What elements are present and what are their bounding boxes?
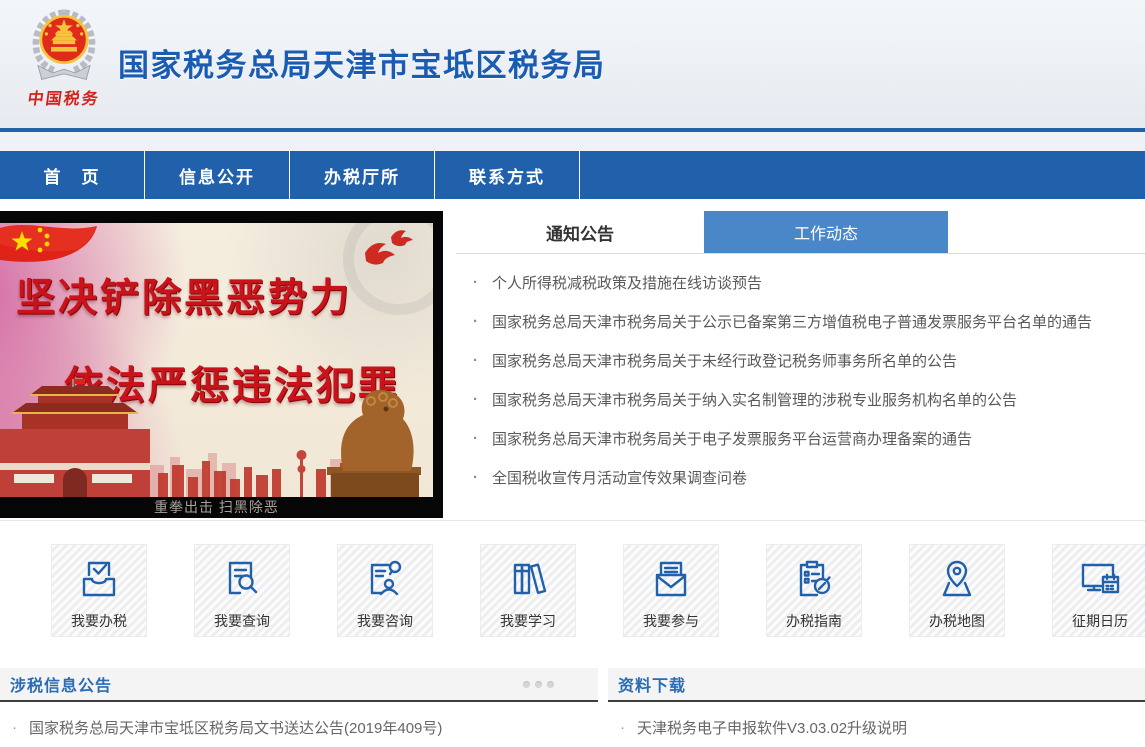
download-link[interactable]: 天津税务电子申报软件V3.03.02升级说明 (608, 717, 1145, 738)
quick-link-label: 我要咨询 (357, 613, 413, 629)
notice-list: 个人所得税减税政策及措施在线访谈预告 国家税务总局天津市税务局关于公示已备案第三… (456, 254, 1145, 497)
quick-link-label: 办税地图 (929, 613, 985, 629)
quick-link-map[interactable]: 办税地图 (909, 544, 1005, 637)
site-logo[interactable]: 中国税务 (14, 5, 114, 109)
logo-caption: 中国税务 (26, 91, 101, 108)
map-icon (942, 560, 972, 597)
notice-tabs: 通知公告 工作动态 (456, 211, 1145, 254)
section-title: 资料下载 (618, 678, 687, 695)
quick-link-label: 我要办税 (71, 613, 127, 629)
query-icon (228, 561, 258, 595)
nav-item-home[interactable]: 首 页 (0, 151, 145, 199)
downloads-section: 资料下载 天津税务电子申报软件V3.03.02升级说明 (608, 668, 1145, 738)
tax-filing-icon (82, 561, 116, 597)
main-nav: 首 页 信息公开 办税厅所 联系方式 (0, 151, 1145, 199)
banner-slogan-line1: 坚决铲除黑恶势力 (16, 277, 353, 320)
banner-caption: 重拳出击 扫黑除恶 (0, 497, 433, 518)
nav-item-tax-halls[interactable]: 办税厅所 (290, 151, 435, 199)
quick-link-query[interactable]: 我要查询 (194, 544, 290, 637)
quick-links-row: 我要办税 我要查询 我要咨询 我要学习 我要参与 办税指南 办税地图 征期日历 (0, 544, 1145, 637)
notice-link[interactable]: 国家税务总局天津市税务局关于纳入实名制管理的涉税专业服务机构名单的公告 (456, 380, 1145, 419)
notice-link[interactable]: 个人所得税减税政策及措施在线访谈预告 (456, 263, 1145, 302)
quick-link-label: 我要学习 (500, 613, 556, 629)
banner-artwork: 坚决铲除黑恶势力 依法严惩违法犯罪 (0, 223, 433, 497)
quick-link-label: 我要参与 (643, 613, 699, 629)
quick-link-label: 征期日历 (1072, 613, 1128, 629)
ellipsis-dots-icon[interactable] (523, 680, 554, 688)
notice-link[interactable]: 全国税收宣传月活动宣传效果调查问卷 (456, 458, 1145, 497)
tax-info-link[interactable]: 国家税务总局天津市宝坻区税务局文书送达公告(2019年409号) (0, 717, 598, 738)
quick-link-guide[interactable]: 办税指南 (766, 544, 862, 637)
site-header: 中国税务 国家税务总局天津市宝坻区税务局 (0, 0, 1145, 128)
quick-link-consult[interactable]: 我要咨询 (337, 544, 433, 637)
bottom-sections: 涉税信息公告 国家税务总局天津市宝坻区税务局文书送达公告(2019年409号) … (0, 668, 1145, 738)
site-title: 国家税务总局天津市宝坻区税务局 (118, 48, 606, 83)
nav-item-contact[interactable]: 联系方式 (435, 151, 580, 199)
china-tax-emblem-icon (32, 9, 96, 80)
tab-work-updates[interactable]: 工作动态 (704, 211, 948, 253)
quick-link-calendar[interactable]: 征期日历 (1052, 544, 1145, 637)
tab-notices[interactable]: 通知公告 (456, 211, 704, 253)
main-content-row: 坚决铲除黑恶势力 依法严惩违法犯罪 重拳出击 扫黑除恶 通知公告 工作动态 · … (0, 211, 1145, 521)
notice-panel: 通知公告 工作动态 个人所得税减税政策及措施在线访谈预告 国家税务总局天津市税务… (456, 211, 1145, 518)
quick-link-label: 我要查询 (214, 613, 270, 629)
campaign-banner[interactable]: 坚决铲除黑恶势力 依法严惩违法犯罪 重拳出击 扫黑除恶 (0, 211, 443, 518)
stone-lion-graphic (327, 389, 421, 497)
consult-icon (370, 560, 402, 596)
tiananmen-graphic (0, 379, 150, 497)
section-header: 涉税信息公告 (0, 668, 598, 702)
guide-icon (799, 560, 831, 597)
quick-link-study[interactable]: 我要学习 (480, 544, 576, 637)
header-gap (0, 132, 1145, 151)
doves-icon (365, 230, 413, 265)
quick-link-participate[interactable]: 我要参与 (623, 544, 719, 637)
quick-link-label: 办税指南 (786, 613, 842, 629)
section-header: 资料下载 (608, 668, 1145, 702)
quick-link-tax-filing[interactable]: 我要办税 (51, 544, 147, 637)
study-icon (513, 563, 547, 595)
calendar-icon (1081, 563, 1120, 594)
nav-item-info-disclosure[interactable]: 信息公开 (145, 151, 290, 199)
notice-link[interactable]: 国家税务总局天津市税务局关于未经行政登记税务师事务所名单的公告 (456, 341, 1145, 380)
notice-link[interactable]: 国家税务总局天津市税务局关于电子发票服务平台运营商办理备案的通告 (456, 419, 1145, 458)
participate-icon (655, 561, 687, 597)
section-title: 涉税信息公告 (10, 678, 113, 695)
tax-info-section: 涉税信息公告 国家税务总局天津市宝坻区税务局文书送达公告(2019年409号) (0, 668, 598, 738)
notice-link[interactable]: 国家税务总局天津市税务局关于公示已备案第三方增值税电子普通发票服务平台名单的通告 (456, 302, 1145, 341)
